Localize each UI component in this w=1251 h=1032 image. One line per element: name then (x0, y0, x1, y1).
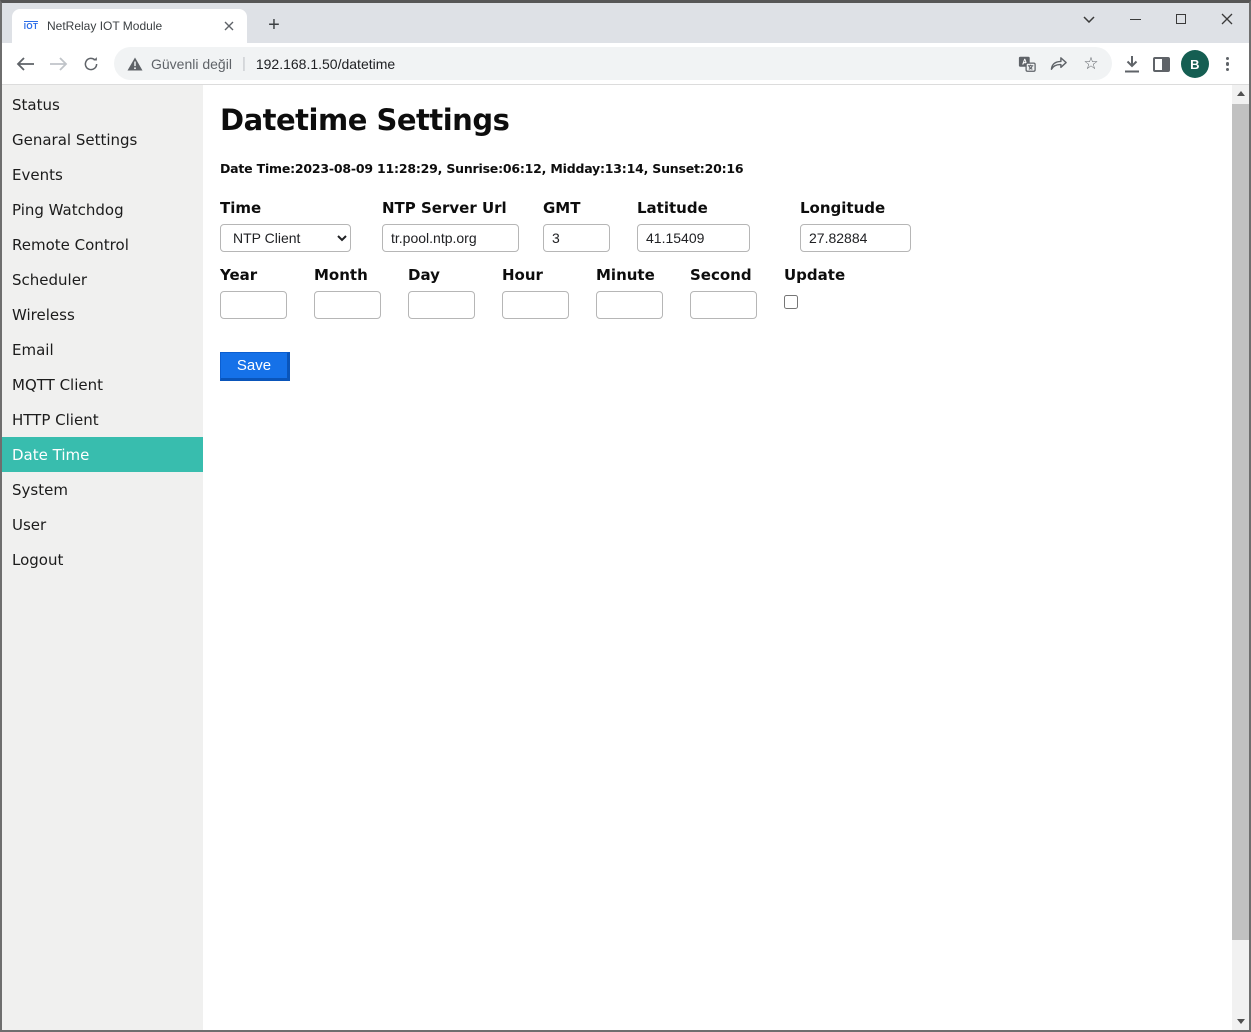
ntp-server-url-input[interactable] (382, 224, 519, 252)
gmt-label: GMT (543, 199, 610, 217)
tab-strip: IOT NetRelay IOT Module + (2, 3, 1249, 43)
longitude-input[interactable] (800, 224, 911, 252)
minute-input[interactable] (596, 291, 663, 319)
close-window-button[interactable] (1219, 11, 1235, 27)
hour-input[interactable] (502, 291, 569, 319)
sidebar-item-remote-control[interactable]: Remote Control (2, 227, 203, 262)
not-secure-warning-icon[interactable] (127, 57, 143, 71)
day-label: Day (408, 266, 475, 284)
second-input[interactable] (690, 291, 757, 319)
sidebar-item-wireless[interactable]: Wireless (2, 297, 203, 332)
time-label: Time (220, 199, 351, 217)
site-favicon-icon: IOT (22, 18, 40, 34)
month-input[interactable] (314, 291, 381, 319)
latitude-input[interactable] (637, 224, 750, 252)
sidebar-item-logout[interactable]: Logout (2, 542, 203, 577)
share-icon[interactable] (1050, 55, 1068, 73)
month-label: Month (314, 266, 381, 284)
hour-label: Hour (502, 266, 569, 284)
scrollbar-thumb[interactable] (1232, 104, 1249, 940)
bookmark-star-icon[interactable]: ☆ (1082, 55, 1100, 73)
longitude-label: Longitude (800, 199, 911, 217)
datetime-status-line: Date Time:2023-08-09 11:28:29, Sunrise:0… (220, 161, 1232, 176)
sidebar-item-general-settings[interactable]: Genaral Settings (2, 122, 203, 157)
browser-menu-icon[interactable] (1220, 57, 1235, 72)
minute-label: Minute (596, 266, 663, 284)
sidebar-item-scheduler[interactable]: Scheduler (2, 262, 203, 297)
tab-search-chevron-icon[interactable] (1081, 11, 1097, 27)
browser-window: IOT NetRelay IOT Module + (0, 0, 1251, 1032)
update-checkbox[interactable] (784, 295, 798, 309)
second-label: Second (690, 266, 757, 284)
year-label: Year (220, 266, 287, 284)
sidebar-item-email[interactable]: Email (2, 332, 203, 367)
tab-title: NetRelay IOT Module (47, 19, 221, 33)
browser-tab[interactable]: IOT NetRelay IOT Module (12, 9, 247, 43)
tab-close-icon[interactable] (221, 18, 237, 34)
browser-toolbar: Güvenli değil | 192.168.1.50/datetime (2, 43, 1249, 85)
maximize-button[interactable] (1173, 11, 1189, 27)
url-text[interactable]: 192.168.1.50/datetime (256, 56, 395, 72)
time-select[interactable]: NTP Client (220, 224, 351, 252)
update-label: Update (784, 266, 845, 284)
gmt-input[interactable] (543, 224, 610, 252)
latitude-label: Latitude (637, 199, 750, 217)
security-label[interactable]: Güvenli değil (151, 56, 232, 72)
page-content: Status Genaral Settings Events Ping Watc… (2, 85, 1249, 1030)
ntp-server-url-label: NTP Server Url (382, 199, 519, 217)
day-input[interactable] (408, 291, 475, 319)
minimize-button[interactable] (1127, 11, 1143, 27)
sidebar-item-system[interactable]: System (2, 472, 203, 507)
back-icon[interactable] (15, 54, 35, 74)
new-tab-button[interactable]: + (260, 11, 288, 39)
forward-icon[interactable] (48, 54, 68, 74)
sidebar-item-mqtt-client[interactable]: MQTT Client (2, 367, 203, 402)
sidebar-nav: Status Genaral Settings Events Ping Watc… (2, 85, 203, 1030)
sidebar-item-ping-watchdog[interactable]: Ping Watchdog (2, 192, 203, 227)
address-bar[interactable]: Güvenli değil | 192.168.1.50/datetime (114, 47, 1112, 80)
page-scrollbar[interactable] (1232, 85, 1249, 1030)
reload-icon[interactable] (81, 54, 101, 74)
scrollbar-down-icon[interactable] (1232, 1013, 1249, 1030)
address-separator: | (242, 55, 246, 72)
scrollbar-up-icon[interactable] (1232, 85, 1249, 102)
side-panel-icon[interactable] (1153, 57, 1170, 72)
profile-avatar[interactable]: B (1181, 50, 1209, 78)
sidebar-item-date-time[interactable]: Date Time (2, 437, 203, 472)
sidebar-item-http-client[interactable]: HTTP Client (2, 402, 203, 437)
translate-icon[interactable] (1018, 55, 1036, 73)
sidebar-item-status[interactable]: Status (2, 87, 203, 122)
page-title: Datetime Settings (220, 103, 1232, 137)
window-controls (1081, 5, 1235, 33)
download-icon[interactable] (1122, 55, 1142, 73)
main-panel: Datetime Settings Date Time:2023-08-09 1… (203, 85, 1232, 1030)
save-button[interactable]: Save (220, 352, 290, 381)
sidebar-item-user[interactable]: User (2, 507, 203, 542)
year-input[interactable] (220, 291, 287, 319)
sidebar-item-events[interactable]: Events (2, 157, 203, 192)
